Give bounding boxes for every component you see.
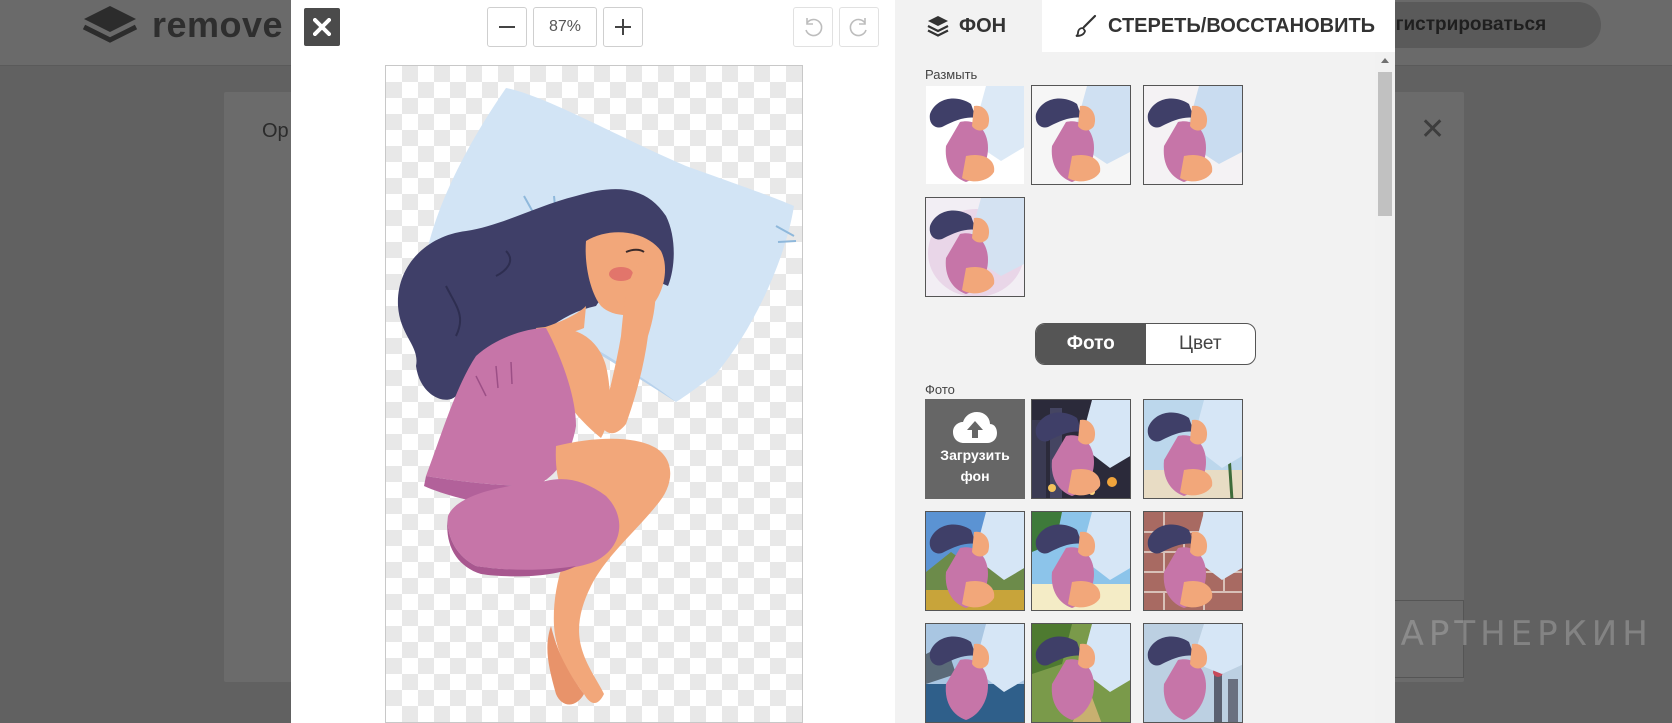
undo-icon [805,18,823,37]
thumb-image [926,624,1024,722]
watermark-text: ПАРТНЕРКИН [1370,614,1653,654]
photo-bg-beach-palms[interactable] [1143,399,1243,499]
scrollbar-thumb[interactable] [1378,72,1392,216]
upload-background-button[interactable]: Загрузить фон [925,399,1025,499]
tab-background[interactable]: ФОН [895,0,1042,52]
blur-option-none[interactable] [925,85,1025,185]
photo-bg-forest-path[interactable] [1031,623,1131,723]
zoom-level: 87% [533,7,597,47]
close-icon [313,18,331,36]
panel-tabs: ФОН СТЕРЕТЬ/ВОССТАНОВИТЬ [895,0,1395,52]
minus-icon [499,26,515,28]
zoom-out-button[interactable] [487,7,527,47]
photo-bg-lake-cliffs[interactable] [925,623,1025,723]
background-card-text: Ор [262,120,289,142]
editor-modal: 87% ФОН СТЕРЕТЬ/ВОССТАНОВИТЬ Размыть Фот… [291,0,1395,723]
thumb-image [1144,400,1242,498]
toggle-color[interactable]: Цвет [1146,324,1256,364]
thumb-image [926,198,1024,296]
toggle-photo[interactable]: Фото [1036,324,1146,364]
photo-bg-city-night[interactable] [1031,399,1131,499]
background-register-label: егистрироваться [1385,14,1547,35]
background-logo-text: remove [152,4,284,45]
brush-icon [1075,14,1097,37]
thumb-image [1144,86,1242,184]
background-close-icon: ✕ [1420,113,1446,146]
blur-option-medium[interactable] [1143,85,1243,185]
thumb-image [1032,624,1130,722]
thumb-image [1144,624,1242,722]
logo-layers-icon [82,6,138,43]
cloud-upload-icon [953,412,997,443]
photo-bg-brick-wall[interactable] [1143,511,1243,611]
photo-bg-mountain-valley[interactable] [925,511,1025,611]
blur-option-strong[interactable] [925,197,1025,297]
tab-background-label: ФОН [959,14,1007,37]
background-logo: remove [82,4,283,46]
zoom-controls: 87% [487,7,643,47]
scroll-up-arrow-icon[interactable] [1381,58,1389,63]
upload-label-line1: Загрузить [940,447,1010,463]
panel-scrollbar[interactable] [1375,52,1395,723]
history-controls [793,7,879,47]
photo-section-label: Фото [925,382,955,397]
close-button[interactable] [304,8,340,46]
thumb-image [1032,400,1130,498]
tab-erase-restore-label: СТЕРЕТЬ/ВОССТАНОВИТЬ [1108,14,1376,37]
photo-bg-city-skyline[interactable] [1143,623,1243,723]
blur-section-label: Размыть [925,67,978,82]
tab-erase-restore[interactable]: СТЕРЕТЬ/ВОССТАНОВИТЬ [1042,0,1395,52]
sleeping-girl-illustration [397,88,797,705]
upload-label-line2: фон [960,468,990,484]
thumb-image [1032,86,1130,184]
redo-icon [849,18,867,37]
photo-color-toggle: Фото Цвет [1035,323,1256,365]
redo-button[interactable] [839,7,879,47]
photo-bg-tropical-beach[interactable] [1031,511,1131,611]
blur-option-light[interactable] [1031,85,1131,185]
layers-icon [927,16,949,37]
thumb-image [1144,512,1242,610]
zoom-in-button[interactable] [603,7,643,47]
background-panel: ФОН СТЕРЕТЬ/ВОССТАНОВИТЬ Размыть Фото Цв… [895,0,1395,723]
thumb-image [1032,512,1130,610]
plus-icon [615,19,631,35]
image-canvas[interactable] [385,65,803,723]
undo-button[interactable] [793,7,833,47]
thumb-image [926,86,1024,184]
thumb-image [926,512,1024,610]
